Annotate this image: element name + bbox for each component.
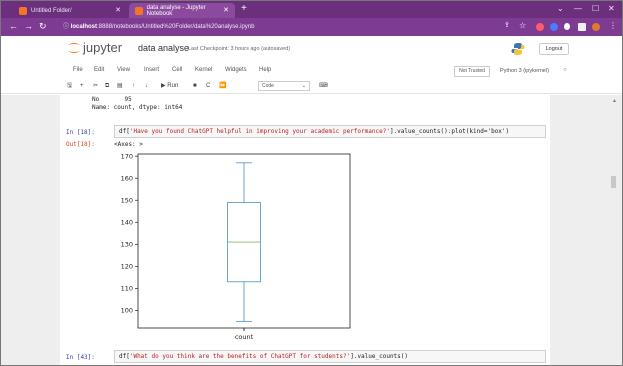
browser-tab-untitled-folder[interactable]: Untitled Folder/ ✕ (13, 3, 127, 18)
menu-cell[interactable]: Cell (172, 67, 182, 73)
tab-label: data analyse - Jupyter Notebook (146, 4, 206, 17)
code-text: df[ (119, 128, 130, 135)
cut-icon[interactable]: ✂ (93, 81, 98, 91)
extension-icon[interactable] (536, 23, 544, 31)
menu-file[interactable]: File (73, 67, 83, 73)
code-text: df[ (119, 353, 130, 360)
keyboard-icon[interactable]: ⌨ (319, 81, 328, 91)
sidebar-icon[interactable] (578, 23, 586, 31)
logout-button[interactable]: Logout (539, 43, 569, 55)
menu-edit[interactable]: Edit (94, 67, 104, 73)
checkpoint-status: Last Checkpoint: 3 hours ago (autosaved) (188, 46, 291, 52)
star-icon[interactable]: ☆ (519, 21, 526, 31)
save-icon[interactable]: 🖫 (67, 81, 72, 91)
stop-icon[interactable]: ■ (193, 81, 197, 91)
jupyter-tab-icon (135, 6, 143, 15)
y-axis-ticks: 100 110 120 130 140 150 160 170 (121, 152, 138, 315)
new-tab-icon[interactable]: + (241, 4, 247, 14)
cell-type-value: Code (262, 83, 274, 89)
extension-icon[interactable] (550, 23, 558, 31)
scrollbar-thumb[interactable] (611, 176, 616, 188)
code-text: ].value_counts() (350, 353, 408, 360)
run-button[interactable]: ▶ Run (161, 81, 178, 91)
forward-icon[interactable]: → (24, 21, 33, 31)
url-bar[interactable]: ⓘ localhost:8888/notebooks/Untitled%20Fo… (63, 21, 483, 33)
kernel-indicator: Python 3 (ipykernel) (500, 68, 549, 74)
menu-widgets[interactable]: Widgets (225, 67, 247, 73)
close-icon[interactable]: ✕ (115, 6, 121, 14)
notebook-title[interactable]: data analyse (138, 43, 189, 53)
code-string: 'Have you found ChatGPT helpful in impro… (129, 128, 390, 135)
code-text: ].value_counts().plot(kind='box') (389, 128, 510, 135)
tab-label: Untitled Folder/ (31, 7, 72, 14)
close-icon[interactable]: ✕ (223, 6, 229, 14)
jupyter-brand[interactable]: jupyter (83, 40, 122, 55)
browser-navbar: ← → ↻ ⓘ localhost:8888/notebooks/Untitle… (1, 18, 622, 36)
trust-status-button[interactable]: Not Trusted (454, 66, 490, 77)
reload-icon[interactable]: ↻ (39, 21, 47, 31)
minimize-icon[interactable]: — (574, 4, 582, 13)
jupyter-tab-icon (19, 6, 27, 15)
output-prompt: Out[18]: (66, 141, 95, 148)
menu-view[interactable]: View (117, 67, 130, 73)
menu-insert[interactable]: Insert (144, 67, 159, 73)
python-logo-icon (511, 43, 525, 55)
run-label: Run (167, 83, 179, 89)
y-tick-label: 120 (121, 263, 133, 271)
restart-icon[interactable]: C (206, 81, 210, 91)
x-tick-label: count (235, 333, 254, 341)
output-repr: <Axes: > (114, 141, 143, 148)
more-menu-icon[interactable]: ⋮ (609, 21, 617, 31)
input-prompt: In [43]: (66, 354, 95, 361)
jupyter-logo-icon[interactable] (67, 42, 81, 54)
paste-icon[interactable]: ▤ (117, 81, 123, 91)
scroll-up-icon[interactable]: ▲ (612, 98, 617, 104)
puzzle-icon[interactable] (564, 23, 570, 30)
move-down-icon[interactable]: ↓ (145, 81, 148, 91)
y-tick-label: 130 (121, 241, 133, 249)
code-cell-input[interactable]: df['Have you found ChatGPT helpful in im… (114, 125, 546, 138)
maximize-icon[interactable]: ☐ (592, 4, 599, 13)
profile-avatar-icon[interactable] (592, 23, 600, 31)
y-tick-label: 150 (121, 196, 133, 204)
y-tick-label: 140 (121, 218, 133, 226)
move-up-icon[interactable]: ↑ (132, 81, 135, 91)
code-string: 'What do you think are the benefits of C… (129, 353, 351, 360)
browser-tab-strip: Untitled Folder/ ✕ data analyse - Jupyte… (1, 1, 622, 18)
url-path: :8888/notebooks/Untitled%20Folder/data%2… (97, 24, 255, 30)
menu-help[interactable]: Help (259, 67, 271, 73)
info-icon: ⓘ (63, 24, 71, 30)
y-tick-label: 160 (121, 174, 133, 182)
back-icon[interactable]: ← (9, 21, 18, 31)
notebook-toolbar: 🖫 + ✂ ⧉ ▤ ↑ ↓ ▶ Run ■ C ⏩ ⌨ (1, 78, 622, 94)
cell-type-select[interactable]: Code ⌄ (258, 81, 310, 91)
url-host: localhost (70, 24, 98, 30)
code-cell-input[interactable]: df['What do you think are the benefits o… (114, 350, 546, 363)
kernel-idle-icon: ○ (563, 67, 567, 73)
previous-output-line: No 95 (92, 96, 132, 103)
add-cell-icon[interactable]: + (80, 81, 84, 91)
input-prompt: In [18]: (66, 129, 95, 136)
share-icon[interactable]: ⇪ (504, 21, 510, 31)
box-plot: 100 110 120 130 140 150 160 170 count (121, 152, 351, 341)
menu-kernel[interactable]: Kernel (195, 67, 212, 73)
chevron-down-icon[interactable]: ⌄ (557, 4, 564, 13)
copy-icon[interactable]: ⧉ (105, 81, 109, 91)
previous-output-line: Name: count, dtype: int64 (92, 104, 183, 111)
y-tick-label: 100 (121, 307, 133, 315)
close-window-icon[interactable]: ✕ (608, 4, 615, 13)
chevron-down-icon: ⌄ (301, 83, 306, 89)
browser-tab-data-analyse[interactable]: data analyse - Jupyter Notebook ✕ (129, 3, 235, 18)
y-tick-label: 110 (121, 285, 133, 293)
restart-run-all-icon[interactable]: ⏩ (219, 81, 226, 91)
y-tick-label: 170 (121, 152, 133, 160)
scrollbar[interactable] (608, 95, 620, 365)
jupyter-header: jupyter data analyse Last Checkpoint: 3 … (1, 36, 622, 62)
